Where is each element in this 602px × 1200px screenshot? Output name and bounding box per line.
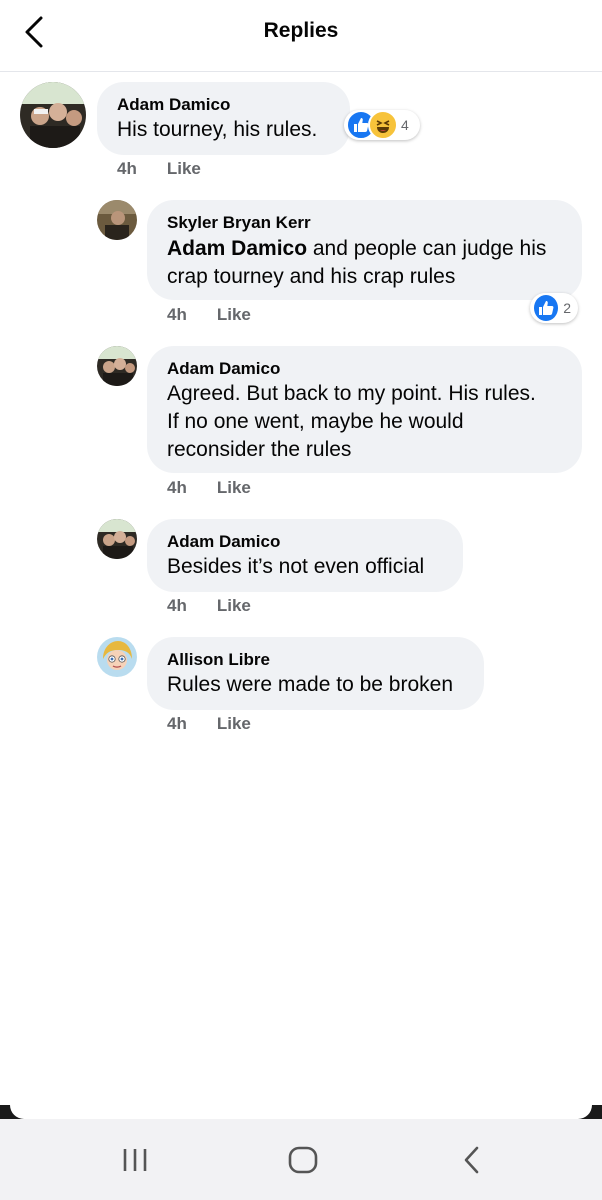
system-back-button[interactable] [447, 1140, 497, 1180]
avatar[interactable] [97, 346, 137, 386]
reaction-count: 2 [563, 300, 571, 316]
comment-text: Rules were made to be broken [167, 673, 453, 696]
comment-meta: 4h Like [167, 305, 251, 325]
comment-time: 4h [167, 596, 187, 615]
page-title: Replies [263, 19, 339, 42]
like-button[interactable]: Like [217, 714, 251, 733]
recents-icon [123, 1149, 147, 1171]
home-icon [288, 1146, 318, 1174]
avatar[interactable] [20, 82, 86, 148]
mention-tag[interactable]: Adam Damico [167, 237, 307, 260]
comment-time: 4h [167, 714, 187, 733]
top-bar: Replies [0, 0, 602, 72]
reaction-summary[interactable]: 4 [344, 110, 420, 140]
comment-time: 4h [167, 305, 187, 324]
comment-text: Adam Damico and people can judge his cra… [167, 237, 547, 288]
recents-button[interactable] [110, 1140, 160, 1180]
comment-text: Besides it’s not even official [167, 555, 425, 578]
comment-text: His tourney, his rules. [117, 118, 318, 141]
avatar[interactable] [97, 519, 137, 559]
comment-meta: 4h Like [167, 478, 251, 498]
haha-icon [368, 110, 398, 140]
comment-author[interactable]: Adam Damico [167, 532, 280, 552]
comment-text: Agreed. But back to my point. His rules.… [167, 382, 536, 461]
comment-author[interactable]: Adam Damico [117, 95, 230, 115]
reaction-summary[interactable]: 2 [530, 293, 578, 323]
comment-author[interactable]: Skyler Bryan Kerr [167, 213, 311, 233]
comment-time: 4h [167, 478, 187, 497]
like-button[interactable]: Like [217, 305, 251, 324]
like-button[interactable]: Like [217, 596, 251, 615]
back-icon [464, 1146, 479, 1174]
comment-meta: 4h Like [117, 159, 201, 179]
comment-meta: 4h Like [167, 596, 251, 616]
comment-author[interactable]: Adam Damico [167, 359, 280, 379]
like-icon [532, 293, 561, 323]
comment-time: 4h [117, 159, 137, 178]
like-button[interactable]: Like [167, 159, 201, 178]
avatar[interactable] [97, 200, 137, 240]
comment-meta: 4h Like [167, 714, 251, 734]
home-button[interactable] [278, 1140, 328, 1180]
screen-bottom-edge [10, 1105, 592, 1119]
like-button[interactable]: Like [217, 478, 251, 497]
reaction-count: 4 [401, 117, 409, 133]
comment-author[interactable]: Allison Libre [167, 650, 270, 670]
avatar[interactable] [97, 637, 137, 677]
